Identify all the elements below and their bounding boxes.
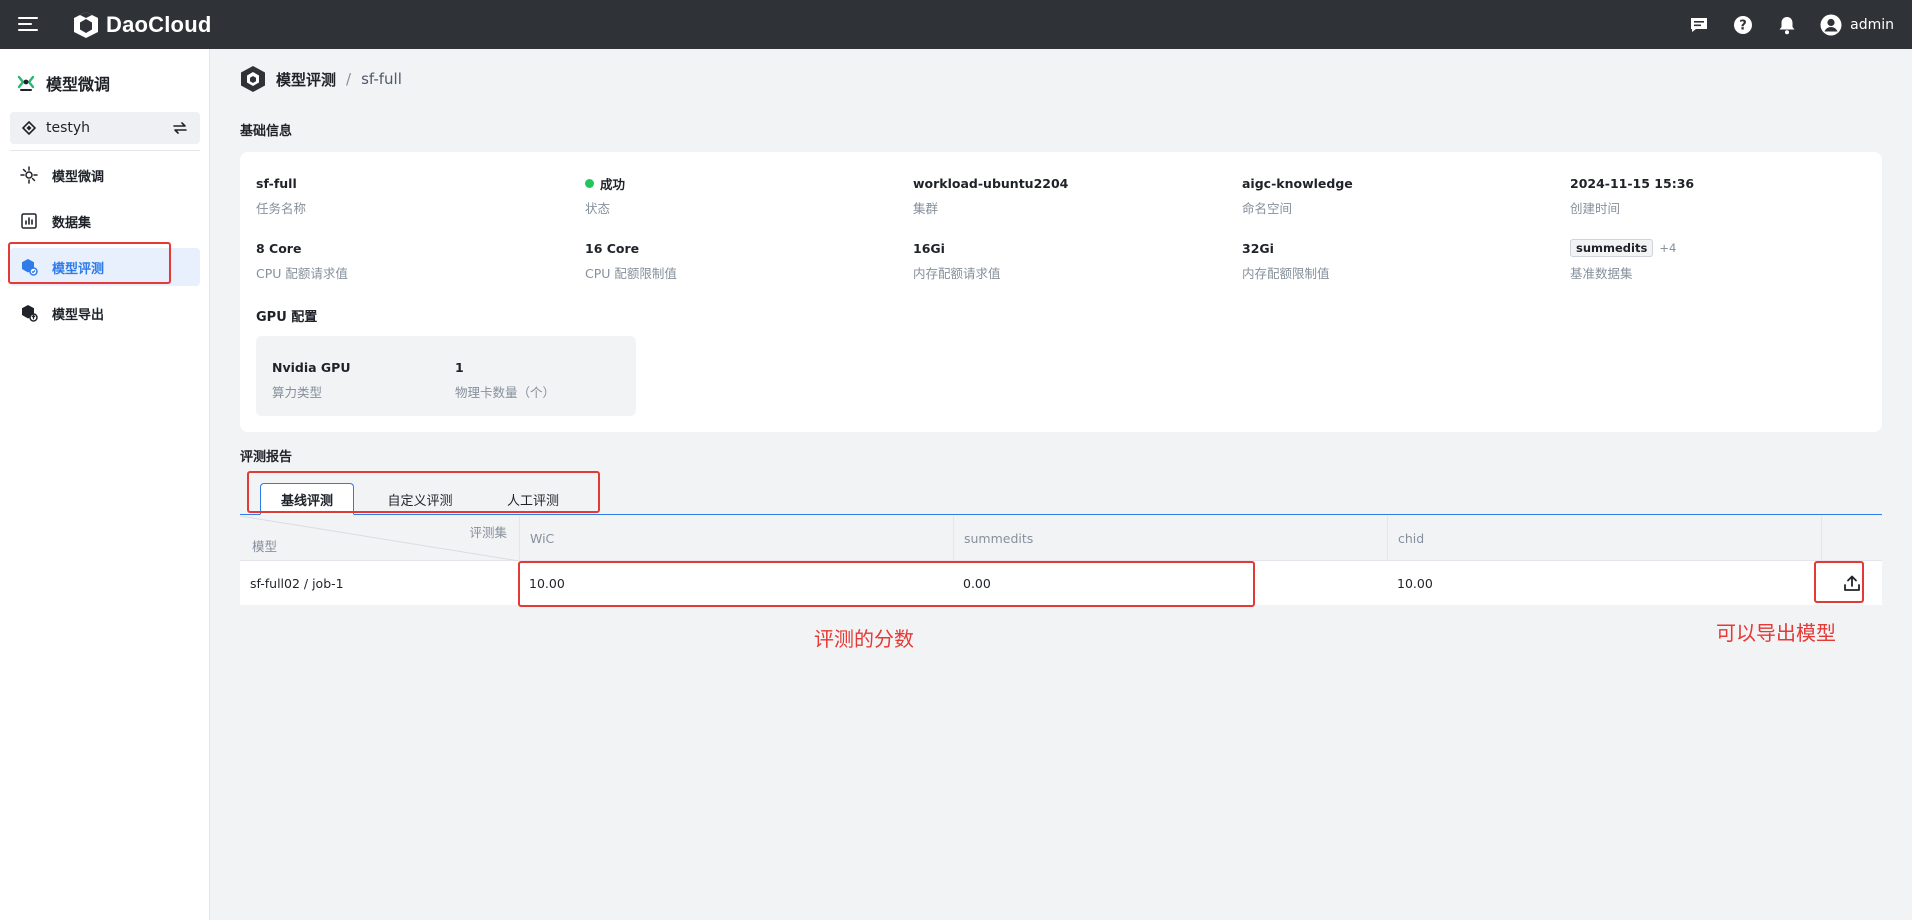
daocloud-logo-icon <box>74 12 98 38</box>
column-header-actions <box>1821 516 1882 561</box>
sidebar: 模型微调 testyh 模型微调 数据集 模型评测 模型导出 <box>0 49 210 920</box>
info-created-time: 2024-11-15 15:36 创建时间 <box>1570 175 1695 217</box>
eval-score-table: 评测集 模型 WiC summedits chid sf-full02 / jo… <box>240 516 1882 605</box>
sidebar-item-model-export[interactable]: 模型导出 <box>10 294 200 332</box>
sidebar-divider <box>10 150 200 151</box>
table-header: 评测集 模型 WiC summedits chid <box>240 516 1882 561</box>
eval-tabs: 基线评测 自定义评测 人工评测 <box>240 477 1882 515</box>
fine-tune-icon <box>20 166 38 184</box>
user-avatar-icon <box>1820 14 1842 35</box>
menu-icon[interactable] <box>18 14 40 34</box>
main-content: 模型评测 / sf-full 基础信息 sf-full 任务名称 成功 状态 w… <box>210 49 1912 920</box>
corner-top-label: 评测集 <box>469 525 507 540</box>
message-icon[interactable] <box>1688 14 1710 36</box>
score-summedits: 0.00 <box>963 575 991 591</box>
sidebar-title: 模型微调 <box>16 71 110 95</box>
info-task-name: sf-full 任务名称 <box>256 175 307 217</box>
workspace-selector[interactable]: testyh <box>10 112 200 144</box>
eval-report-title: 评测报告 <box>240 450 293 465</box>
breadcrumb-parent[interactable]: 模型评测 <box>276 69 336 90</box>
row-model-name: sf-full02 / job-1 <box>250 575 344 591</box>
info-cluster: workload-ubuntu2204 集群 <box>913 175 1069 217</box>
sidebar-item-fine-tune[interactable]: 模型微调 <box>10 156 200 194</box>
info-cpu-limit: 16 Core CPU 配额限制值 <box>585 240 677 282</box>
switch-icon[interactable] <box>172 121 188 135</box>
sidebar-item-dataset[interactable]: 数据集 <box>10 202 200 240</box>
info-benchmark-datasets: summedits +4 基准数据集 <box>1570 239 1677 281</box>
corner-bottom-label: 模型 <box>252 539 278 554</box>
basic-info-title: 基础信息 <box>240 124 293 139</box>
user-menu[interactable]: admin <box>1820 14 1894 36</box>
breadcrumb-separator: / <box>346 70 352 88</box>
breadcrumb-current: sf-full <box>361 70 402 88</box>
export-cell <box>1821 561 1882 605</box>
top-bar: DaoCloud ? admin <box>0 0 1912 49</box>
model-eval-hex-icon <box>241 66 265 92</box>
help-icon[interactable]: ? <box>1732 14 1754 36</box>
notification-bell-icon[interactable] <box>1776 14 1798 36</box>
info-cpu-request: 8 Core CPU 配额请求值 <box>256 240 348 282</box>
workspace-name: testyh <box>46 120 91 136</box>
column-header-chid: chid <box>1387 516 1821 561</box>
model-export-icon <box>22 305 38 322</box>
info-status: 成功 状态 <box>585 174 905 217</box>
gpu-config-title: GPU 配置 <box>256 310 318 325</box>
score-chid: 10.00 <box>1397 575 1433 591</box>
column-header-wic: WiC <box>519 516 953 561</box>
tab-manual-eval[interactable]: 人工评测 <box>483 483 583 515</box>
score-wic: 10.00 <box>529 575 565 591</box>
status-value: 成功 <box>600 176 626 192</box>
fine-tune-logo-icon <box>17 75 35 91</box>
annotation-scores: 评测的分数 <box>814 627 914 651</box>
basic-info-card: sf-full 任务名称 成功 状态 workload-ubuntu2204 集… <box>240 152 1882 432</box>
sidebar-nav: 模型微调 数据集 模型评测 模型导出 <box>10 156 200 340</box>
workspace-icon <box>22 121 36 135</box>
status-success-dot <box>585 178 594 188</box>
dataset-tag: summedits <box>1570 239 1654 257</box>
gpu-type: Nvidia GPU 算力类型 <box>272 359 351 401</box>
info-namespace: aigc-knowledge 命名空间 <box>1242 175 1353 217</box>
model-eval-icon <box>22 259 38 276</box>
info-mem-limit: 32Gi 内存配额限制值 <box>1242 240 1330 282</box>
dataset-icon <box>21 213 37 229</box>
annotation-export: 可以导出模型 <box>1716 621 1836 645</box>
sidebar-item-model-eval[interactable]: 模型评测 <box>10 248 200 286</box>
tab-custom-eval[interactable]: 自定义评测 <box>360 483 480 515</box>
info-mem-request: 16Gi 内存配额请求值 <box>913 240 1001 282</box>
gpu-count: 1 物理卡数量（个） <box>455 359 556 401</box>
table-corner-cell: 评测集 模型 <box>240 516 519 561</box>
tab-baseline-eval[interactable]: 基线评测 <box>260 483 354 515</box>
user-name: admin <box>1850 16 1894 33</box>
brand-logo[interactable]: DaoCloud <box>72 10 211 40</box>
export-upload-icon[interactable] <box>1843 574 1861 592</box>
svg-text:?: ? <box>1739 18 1747 33</box>
breadcrumb: 模型评测 / sf-full <box>240 65 402 93</box>
column-header-summedits: summedits <box>953 516 1387 561</box>
table-row: sf-full02 / job-1 10.00 0.00 10.00 <box>240 561 1882 605</box>
dataset-more-count[interactable]: +4 <box>1659 241 1676 255</box>
brand-name: DaoCloud <box>106 12 212 37</box>
gpu-config-box: Nvidia GPU 算力类型 1 物理卡数量（个） <box>256 336 636 416</box>
